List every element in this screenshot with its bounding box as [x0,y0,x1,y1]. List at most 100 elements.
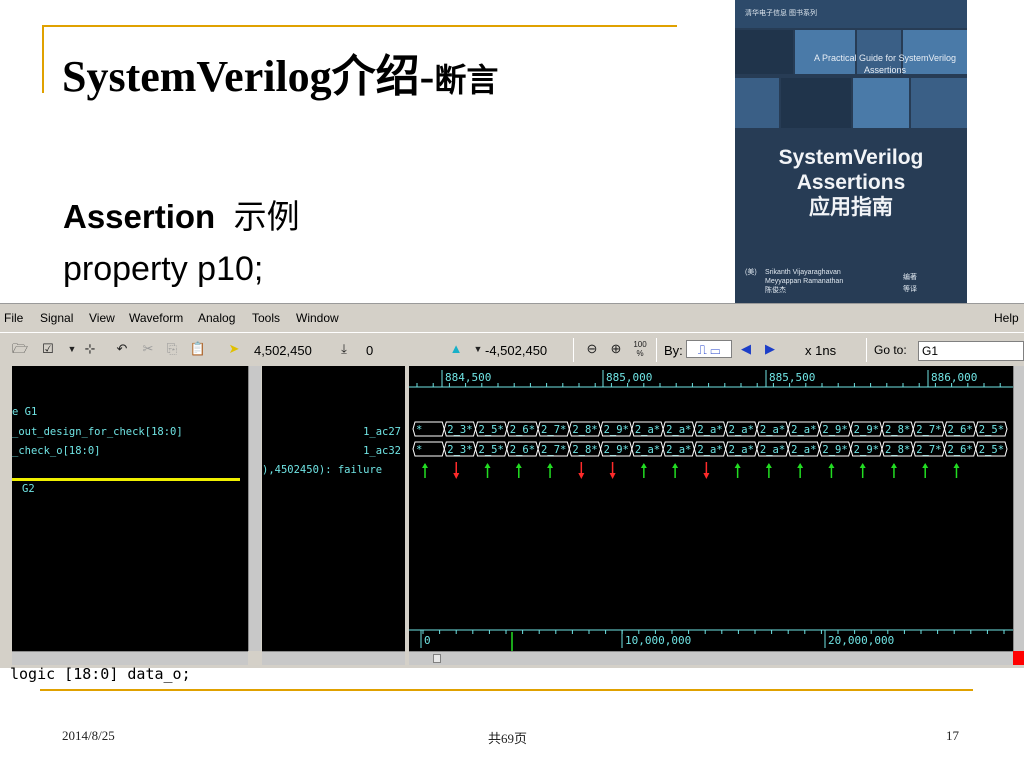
menu-signal[interactable]: Signal [40,311,73,325]
zoom-out-icon[interactable]: ⊖ [582,340,602,358]
signal-check-o[interactable]: _check_o[18:0] [12,445,101,457]
undo-icon[interactable]: ↶ [112,340,132,358]
checkbox-icon[interactable]: ☑ [38,340,58,358]
insert-icon[interactable]: ⊹ [80,340,100,358]
zoom-100-icon[interactable]: 100 % [630,340,650,358]
assertion-pass-head [922,463,929,468]
waveform-canvas: 884,500 885,000 885,500 886,000 * 2_3* 2_5* 2_6… [409,366,1013,651]
bus-design-out-value: 2_a* [666,424,691,436]
menu-tools[interactable]: Tools [252,311,280,325]
edge-select-icon[interactable]: ⎍ ▭ [686,340,732,358]
menu-bar: File Signal View Waveform Analog Tools W… [0,306,1024,328]
book-author: Meyyappan Ramanathan [765,278,844,285]
bus-design-out-value: 2_3* [447,424,472,436]
assertion-fail-head [703,473,710,479]
cut-icon[interactable]: ✂ [138,340,158,358]
dropdown-arrow-icon[interactable]: ▼ [62,340,82,358]
bus-design-out-value: 2_a* [791,424,816,436]
book-authors: (美) Srikanth Vijayaraghavan Meyyappan Ra… [745,268,843,294]
footer-date: 2014/8/25 [62,728,115,743]
toolbar-divider [573,338,574,362]
property-line: property p10; [63,250,264,288]
title-rule [42,25,677,27]
bus-design-out-value: 2_6* [510,424,535,436]
signal-value-pane: 1_ac27 1_ac32 ),4502450): failure [262,366,405,651]
assertion-pass-head [422,463,428,468]
cursor-icon[interactable]: ➤ [224,340,244,358]
value-pane-hscroll[interactable] [262,651,405,665]
zoom-in-icon[interactable]: ⊕ [606,340,626,358]
footer-rule [40,689,973,691]
top-tick-label: 884,500 [445,371,491,384]
wave-pane-scrollbar[interactable] [1013,366,1024,651]
menu-analog[interactable]: Analog [198,311,235,325]
status-indicator [1013,651,1024,665]
top-tick-label: 885,500 [769,371,815,384]
bus-check-o-value: * [416,444,422,456]
bottom-tick-label: 10,000,000 [625,634,691,647]
signal-name-pane: e G1 _out_design_for_check[18:0] _check_… [12,366,248,651]
bus-check-o-value: 2_a* [697,444,722,456]
by-label: By: [664,343,683,358]
bus-check-o-value: 2_a* [729,444,754,456]
time-unit: x 1ns [805,343,837,358]
goto-input[interactable]: G1 [918,341,1024,361]
bus-check-o-value: 2_6* [510,444,535,456]
code-line-bottom: logic [18:0] data_o; [10,665,191,683]
prev-edge-icon[interactable]: ◀ [736,340,756,358]
name-pane-hscroll[interactable] [12,651,248,665]
assertion-fail-head [609,473,616,479]
bottom-tick-label: 0 [424,634,431,647]
bus-check-o-value: 2_a* [635,444,660,456]
signal-group-g1[interactable]: e G1 [12,406,37,418]
bottom-tick-label: 20,000,000 [828,634,894,647]
hscroll-thumb[interactable] [433,654,441,663]
value-assertion: ),4502450): failure [262,464,383,476]
waveform-pane[interactable]: 884,500 885,000 885,500 886,000 * 2_3* 2_5* 2_6… [409,366,1013,651]
paste-icon[interactable]: 📋 [188,340,208,358]
wave-pane-hscroll[interactable] [409,651,1013,665]
book-tile [911,78,967,128]
menu-help[interactable]: Help [994,311,1019,325]
assertion-pass-head [672,463,679,468]
bus-check-o-value: 2_a* [760,444,785,456]
signal-group-g2[interactable]: G2 [22,483,35,495]
bus-check-o-value: 2_9* [604,444,629,456]
bus-check-o-value: 2_5* [979,444,1004,456]
book-tile [853,78,909,128]
book-cover: 清华电子信息 图书系列 A Practical Guide for System… [735,0,967,310]
goto-label: Go to: [874,343,907,357]
book-main-title: SystemVerilog Assertions 应用指南 [735,145,967,220]
bus-design-out-value: 2_9* [854,424,879,436]
assertion-pass-head [515,463,522,468]
copy-icon[interactable]: ⎘ [162,340,182,358]
book-english-title: A Practical Guide for SystemVerilog Asse… [813,53,957,75]
assertion-heading-bold: Assertion [63,198,216,235]
footer-page-number: 17 [946,728,959,743]
marker-value: 0 [366,343,374,358]
signal-design-out[interactable]: _out_design_for_check[18:0] [12,426,183,438]
book-title-line: 应用指南 [809,196,893,219]
bus-design-out-value: 2_5* [979,424,1004,436]
assertion-pass-head [640,463,647,468]
next-edge-icon[interactable]: ▶ [760,340,780,358]
book-title-line: SystemVerilog [778,146,924,169]
menu-waveform[interactable]: Waveform [129,311,183,325]
title-sub: 断言 [434,62,499,98]
bus-design-out-value: 2_8* [572,424,597,436]
assertion-fail-head [578,473,585,479]
name-pane-scrollbar[interactable] [248,366,261,651]
open-folder-icon[interactable]: 🗁 [10,340,30,358]
menu-view[interactable]: View [89,311,115,325]
marker-icon[interactable]: ⤓ [334,340,354,358]
bus-design-out-value: 2_a* [697,424,722,436]
menu-window[interactable]: Window [296,311,339,325]
menu-file[interactable]: File [4,311,23,325]
bus-design-out-value: 2_8* [885,424,910,436]
assertion-pass-head [797,463,804,468]
bus-check-o-value: 2_a* [791,444,816,456]
assertion-pass-head [734,463,741,468]
assertion-pass-head [484,463,491,468]
top-ruler [409,366,1013,388]
value-design-out: 1_ac27 [363,426,401,438]
